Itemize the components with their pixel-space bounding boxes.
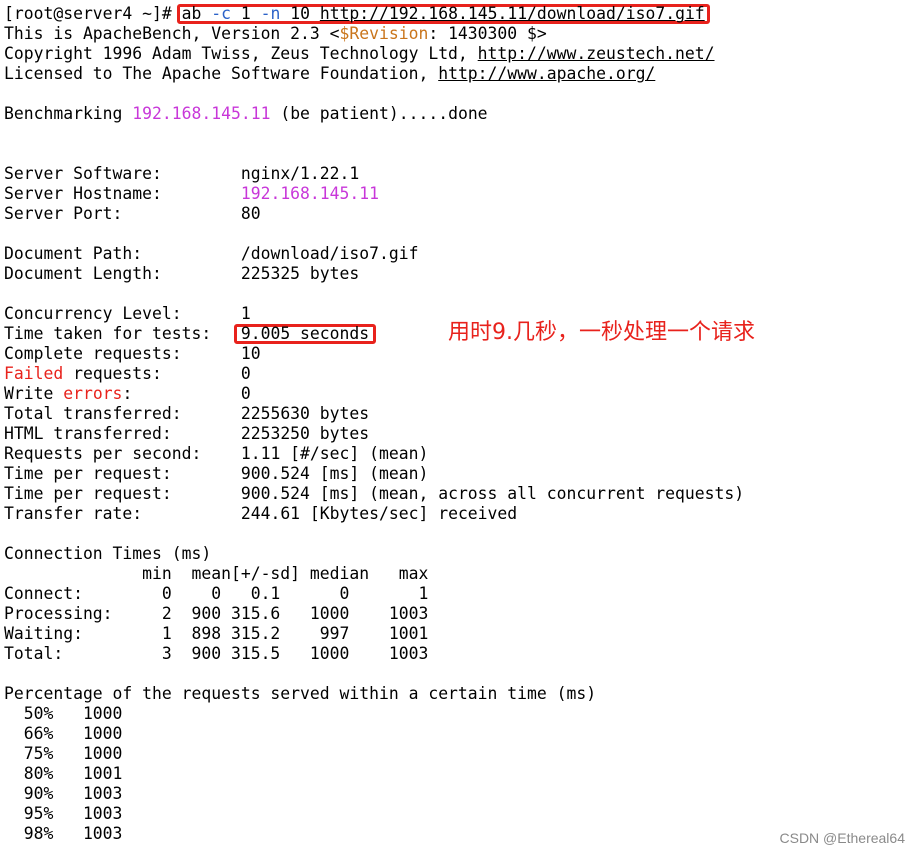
document-length-value: 225325 bytes xyxy=(240,264,360,283)
copyright-line: Copyright 1996 Adam Twiss, Zeus Technolo… xyxy=(4,44,921,64)
time-per-request-concurrent-line: Time per request: 900.524 [ms] (mean, ac… xyxy=(4,484,921,504)
requests-per-second-value: 1.11 [#/sec] (mean) xyxy=(240,444,429,463)
version-line: This is ApacheBench, Version 2.3 <$Revis… xyxy=(4,24,921,44)
html-transferred-line: HTML transferred: 2253250 bytes xyxy=(4,424,921,444)
requests-per-second-label: Requests per second: xyxy=(4,444,241,463)
server-hostname-value: 192.168.145.11 xyxy=(240,184,379,203)
document-length-label: Document Length: xyxy=(4,264,241,283)
percentile-row: 75% 1000 xyxy=(4,744,123,763)
document-path-value: /download/iso7.gif xyxy=(240,244,419,263)
transfer-rate-label: Transfer rate: xyxy=(4,504,241,523)
benchmarking-text: Benchmarking xyxy=(4,104,133,123)
concurrency-label: Concurrency Level: xyxy=(4,304,241,323)
percentile-row: 90% 1003 xyxy=(4,784,123,803)
command-line: [root@server4 ~]# ab -c 1 -n 10 http://1… xyxy=(4,4,921,24)
benchmark-host: 192.168.145.11 xyxy=(132,104,271,123)
concurrency-value: 1 xyxy=(240,304,251,323)
total-transferred-value: 2255630 bytes xyxy=(240,404,370,423)
option-c: -c xyxy=(211,4,231,23)
transfer-rate-line: Transfer rate: 244.61 [Kbytes/sec] recei… xyxy=(4,504,921,524)
percentile-row: 80% 1001 xyxy=(4,764,123,783)
server-hostname-label: Server Hostname: xyxy=(4,184,241,203)
connection-times-row: Connect: 0 0 0.1 0 1 xyxy=(4,584,429,603)
server-software-line: Server Software: nginx/1.22.1 xyxy=(4,164,921,184)
document-path-line: Document Path: /download/iso7.gif xyxy=(4,244,921,264)
time-taken-value: 9.005 seconds xyxy=(240,324,370,343)
requests-per-second-line: Requests per second: 1.11 [#/sec] (mean) xyxy=(4,444,921,464)
failed-requests-line: Failed requests: 0 xyxy=(4,364,921,384)
complete-requests-value: 10 xyxy=(240,344,261,363)
license-line: Licensed to The Apache Software Foundati… xyxy=(4,64,921,84)
write-errors-value: 0 xyxy=(240,384,251,403)
revision-label: $Revision xyxy=(339,24,429,43)
time-taken-highlight-box: 9.005 seconds xyxy=(233,324,377,344)
option-c-value: 1 xyxy=(230,4,261,23)
time-per-request-concurrent-value: 900.524 [ms] (mean, across all concurren… xyxy=(240,484,745,503)
benchmark-status: (be patient).....done xyxy=(270,104,488,123)
percentile-row: 50% 1000 xyxy=(4,704,123,723)
connection-times-title: Connection Times (ms) xyxy=(4,544,212,563)
apache-link[interactable]: http://www.apache.org/ xyxy=(438,64,655,83)
write-errors-label: : xyxy=(122,384,241,403)
connection-times-header: min mean[+/-sd] median max xyxy=(4,564,429,583)
terminal-window[interactable]: [root@server4 ~]# ab -c 1 -n 10 http://1… xyxy=(4,4,921,852)
csdn-watermark: CSDN @Ethereal64 xyxy=(779,830,906,846)
total-transferred-line: Total transferred: 2255630 bytes xyxy=(4,404,921,424)
time-per-request-value: 900.524 [ms] (mean) xyxy=(240,464,429,483)
connection-times-row: Processing: 2 900 315.6 1000 1003 xyxy=(4,604,429,623)
document-length-line: Document Length: 225325 bytes xyxy=(4,264,921,284)
server-software-value: nginx/1.22.1 xyxy=(240,164,360,183)
version-text: This is ApacheBench, Version 2.3 < xyxy=(4,24,340,43)
total-transferred-label: Total transferred: xyxy=(4,404,241,423)
errors-word: errors xyxy=(63,384,123,403)
server-software-label: Server Software: xyxy=(4,164,241,183)
html-transferred-value: 2253250 bytes xyxy=(240,424,370,443)
percentile-row: 66% 1000 xyxy=(4,724,123,743)
license-text: Licensed to The Apache Software Foundati… xyxy=(4,64,439,83)
server-port-value: 80 xyxy=(240,204,261,223)
zeustech-link[interactable]: http://www.zeustech.net/ xyxy=(478,44,715,63)
percentile-row: 95% 1003 xyxy=(4,804,123,823)
server-port-label: Server Port: xyxy=(4,204,241,223)
time-per-request-line: Time per request: 900.524 [ms] (mean) xyxy=(4,464,921,484)
html-transferred-label: HTML transferred: xyxy=(4,424,241,443)
time-taken-label: Time taken for tests: xyxy=(4,324,241,343)
failed-requests-value: 0 xyxy=(240,364,251,383)
server-hostname-line: Server Hostname: 192.168.145.11 xyxy=(4,184,921,204)
copyright-text: Copyright 1996 Adam Twiss, Zeus Technolo… xyxy=(4,44,478,63)
annotation-note: 用时9.几秒，一秒处理一个请求 xyxy=(448,320,755,345)
document-path-label: Document Path: xyxy=(4,244,241,263)
time-per-request-label: Time per request: xyxy=(4,464,241,483)
write-word: Write xyxy=(4,384,64,403)
transfer-rate-value: 244.61 [Kbytes/sec] received xyxy=(240,504,518,523)
option-n-value: 10 xyxy=(280,4,320,23)
percentiles-title: Percentage of the requests served within… xyxy=(4,684,597,703)
revision-value: : 1430300 $> xyxy=(428,24,547,43)
complete-requests-label: Complete requests: xyxy=(4,344,241,363)
write-errors-line: Write errors: 0 xyxy=(4,384,921,404)
shell-prompt: [root@server4 ~]# xyxy=(4,4,182,23)
benchmarking-line: Benchmarking 192.168.145.11 (be patient)… xyxy=(4,104,921,124)
command-url[interactable]: http://192.168.145.11/download/iso7.gif xyxy=(320,4,705,23)
failed-requests-label: requests: xyxy=(63,364,241,383)
connection-times-row: Total: 3 900 315.5 1000 1003 xyxy=(4,644,429,663)
failed-word: Failed xyxy=(4,364,64,383)
time-per-request-label: Time per request: xyxy=(4,484,241,503)
connection-times-row: Waiting: 1 898 315.2 997 1001 xyxy=(4,624,429,643)
option-n: -n xyxy=(260,4,281,23)
command-highlight-box: ab -c 1 -n 10 http://192.168.145.11/down… xyxy=(176,4,710,24)
server-port-line: Server Port: 80 xyxy=(4,204,921,224)
command-ab: ab xyxy=(181,4,212,23)
